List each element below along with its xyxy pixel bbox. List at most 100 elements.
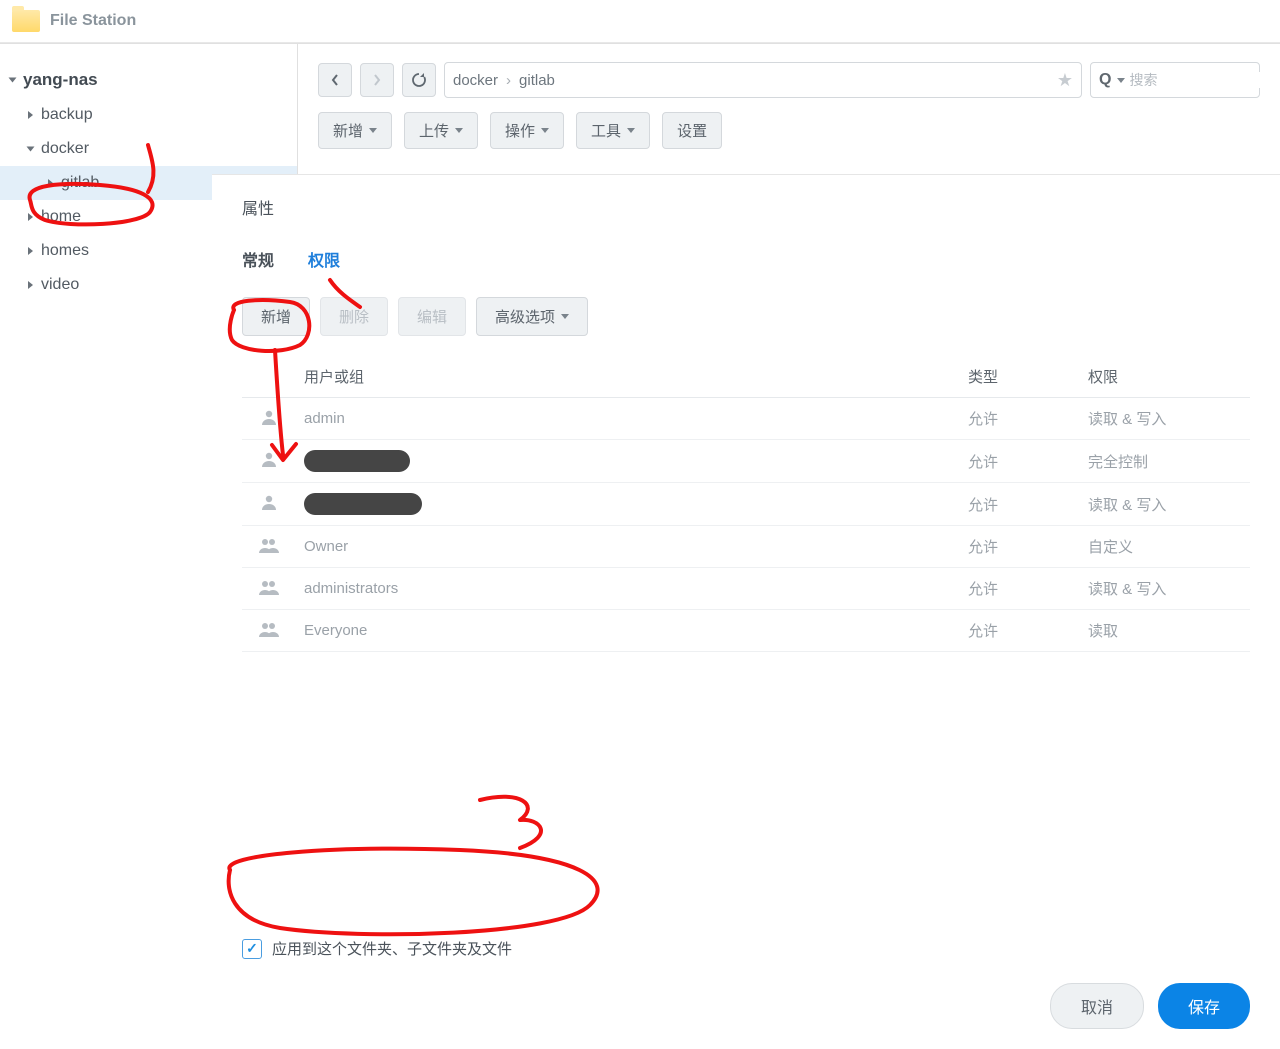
table-row[interactable]: 允许读取 & 写入 (242, 483, 1250, 526)
perm-user-name (296, 483, 960, 526)
upload-button[interactable]: 上传 (404, 112, 478, 149)
sidebar-item-label: gitlab (61, 174, 99, 192)
apply-recursive-checkbox[interactable]: ✓ (242, 939, 262, 959)
chevron-right-icon (28, 247, 33, 255)
perm-type: 允许 (960, 440, 1080, 483)
sidebar-item-label: homes (41, 242, 89, 260)
perm-user-name: admin (296, 398, 960, 440)
folder-icon (12, 10, 40, 32)
perm-type: 允许 (960, 568, 1080, 610)
page-title: File Station (50, 12, 136, 30)
user-icon (242, 398, 296, 440)
properties-dialog: 属性 常规 权限 新增 删除 编辑 高级选项 用户或组 类型 权限 admin允… (212, 174, 1280, 1049)
check-icon: ✓ (246, 940, 258, 957)
forward-button[interactable] (360, 63, 394, 97)
user-icon (242, 483, 296, 526)
chevron-down-icon (369, 128, 377, 133)
chevron-left-icon (330, 73, 340, 87)
chevron-right-icon (28, 111, 33, 119)
chevron-down-icon (27, 147, 35, 152)
button-label: 删除 (339, 306, 369, 327)
chevron-down-icon (1117, 78, 1125, 83)
chevron-down-icon (455, 128, 463, 133)
group-icon (242, 610, 296, 652)
sidebar-item-label: video (41, 276, 79, 294)
col-perm: 权限 (1080, 356, 1250, 398)
new-button[interactable]: 新增 (318, 112, 392, 149)
search-input[interactable] (1129, 72, 1280, 88)
perm-delete-button[interactable]: 删除 (320, 297, 388, 336)
redacted-name (304, 493, 422, 515)
sidebar-item-label: backup (41, 106, 93, 124)
chevron-right-icon (48, 179, 53, 187)
button-label: 新增 (261, 306, 291, 327)
chevron-right-icon (372, 73, 382, 87)
perm-value: 读取 & 写入 (1080, 483, 1250, 526)
chevron-right-icon: › (506, 72, 511, 89)
sidebar-root-label: yang-nas (23, 70, 98, 90)
permissions-table: 用户或组 类型 权限 admin允许读取 & 写入允许完全控制允许读取 & 写入… (242, 356, 1250, 652)
tab-general[interactable]: 常规 (242, 247, 274, 271)
star-icon[interactable]: ★ (1057, 70, 1073, 91)
breadcrumb[interactable]: docker › gitlab ★ (444, 62, 1082, 98)
redacted-name (304, 450, 410, 472)
apply-recursive-label: 应用到这个文件夹、子文件夹及文件 (272, 938, 512, 959)
sidebar-item-docker[interactable]: docker (0, 132, 297, 166)
table-row[interactable]: 允许完全控制 (242, 440, 1250, 483)
button-label: 编辑 (417, 306, 447, 327)
sidebar-root[interactable]: yang-nas (0, 62, 297, 98)
breadcrumb-part: gitlab (519, 72, 555, 89)
sidebar-item-backup[interactable]: backup (0, 98, 297, 132)
perm-type: 允许 (960, 610, 1080, 652)
button-label: 高级选项 (495, 306, 555, 327)
search-box[interactable]: Q (1090, 62, 1260, 98)
perm-edit-button[interactable]: 编辑 (398, 297, 466, 336)
perm-value: 完全控制 (1080, 440, 1250, 483)
permissions-toolbar: 新增 删除 编辑 高级选项 (242, 297, 1250, 336)
group-icon (242, 568, 296, 610)
refresh-button[interactable] (402, 63, 436, 97)
button-label: 设置 (677, 120, 707, 141)
nav-toolbar: docker › gitlab ★ Q (318, 62, 1260, 98)
dialog-title: 属性 (242, 195, 1250, 219)
button-label: 工具 (591, 120, 621, 141)
table-row[interactable]: admin允许读取 & 写入 (242, 398, 1250, 440)
tab-permissions[interactable]: 权限 (308, 247, 340, 271)
group-icon (242, 526, 296, 568)
action-button[interactable]: 操作 (490, 112, 564, 149)
perm-type: 允许 (960, 483, 1080, 526)
table-row[interactable]: Owner允许自定义 (242, 526, 1250, 568)
cancel-button[interactable]: 取消 (1050, 983, 1144, 1029)
action-toolbar: 新增 上传 操作 工具 设置 (318, 112, 1260, 149)
chevron-right-icon (28, 281, 33, 289)
perm-type: 允许 (960, 526, 1080, 568)
perm-user-name (296, 440, 960, 483)
chevron-down-icon (561, 314, 569, 319)
perm-value: 读取 & 写入 (1080, 398, 1250, 440)
chevron-down-icon (9, 78, 17, 83)
table-row[interactable]: Everyone允许读取 (242, 610, 1250, 652)
dialog-tabs: 常规 权限 (242, 247, 1250, 271)
perm-new-button[interactable]: 新增 (242, 297, 310, 336)
tools-button[interactable]: 工具 (576, 112, 650, 149)
sidebar-item-label: docker (41, 140, 89, 158)
perm-value: 自定义 (1080, 526, 1250, 568)
back-button[interactable] (318, 63, 352, 97)
search-icon: Q (1099, 71, 1111, 89)
col-user: 用户或组 (296, 356, 960, 398)
button-label: 新增 (333, 120, 363, 141)
save-button[interactable]: 保存 (1158, 983, 1250, 1029)
perm-advanced-button[interactable]: 高级选项 (476, 297, 588, 336)
user-icon (242, 440, 296, 483)
refresh-icon (411, 72, 427, 88)
settings-button[interactable]: 设置 (662, 112, 722, 149)
chevron-down-icon (627, 128, 635, 133)
dialog-actions: 取消 保存 (1050, 983, 1250, 1029)
table-row[interactable]: administrators允许读取 & 写入 (242, 568, 1250, 610)
perm-value: 读取 & 写入 (1080, 568, 1250, 610)
breadcrumb-part: docker (453, 72, 498, 89)
perm-user-name: administrators (296, 568, 960, 610)
apply-recursive-row: ✓ 应用到这个文件夹、子文件夹及文件 (242, 938, 512, 959)
perm-user-name: Owner (296, 526, 960, 568)
col-type: 类型 (960, 356, 1080, 398)
